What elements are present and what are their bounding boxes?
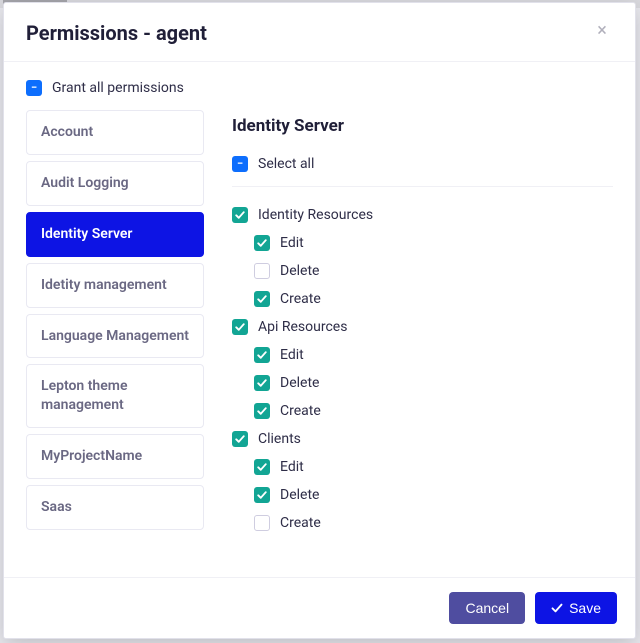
modal-body: − Grant all permissions Account Audit Log… xyxy=(4,62,635,577)
cancel-label: Cancel xyxy=(465,600,509,616)
columns: Account Audit Logging Identity Server Ideti… xyxy=(26,110,613,577)
permission-checkbox[interactable] xyxy=(254,263,270,279)
category-item[interactable]: Idetity management xyxy=(26,263,204,308)
modal-title: Permissions - agent xyxy=(26,21,207,45)
permission-row: Create xyxy=(232,397,613,425)
category-item[interactable]: Saas xyxy=(26,485,204,530)
permission-row: Clients xyxy=(232,425,613,453)
grant-all-checkbox[interactable]: − xyxy=(26,80,42,96)
permission-label: Delete xyxy=(280,375,319,391)
save-label: Save xyxy=(569,600,601,616)
select-all-label: Select all xyxy=(258,156,314,172)
permission-label: Edit xyxy=(280,459,304,475)
permission-label: Clients xyxy=(258,431,301,447)
cancel-button[interactable]: Cancel xyxy=(449,592,525,624)
permission-row: Create xyxy=(232,285,613,313)
permission-row: Delete xyxy=(232,257,613,285)
check-icon xyxy=(551,602,563,614)
category-item[interactable]: Lepton theme management xyxy=(26,364,204,428)
category-item[interactable]: Language Management xyxy=(26,314,204,359)
permission-row: Identity Resources xyxy=(232,201,613,229)
permission-label: Edit xyxy=(280,235,304,251)
permission-checkbox[interactable] xyxy=(232,319,248,335)
category-item[interactable]: Account xyxy=(26,110,204,155)
permission-label: Create xyxy=(280,403,321,419)
grant-all-row: − Grant all permissions xyxy=(26,80,613,96)
permission-row: Delete xyxy=(232,369,613,397)
permission-row: Create xyxy=(232,509,613,537)
permission-row: Edit xyxy=(232,453,613,481)
detail-panel: Identity Server − Select all Identity Re… xyxy=(232,110,613,577)
permission-label: Create xyxy=(280,515,321,531)
permission-tree: Identity Resources Edit Delete Create Api Re… xyxy=(232,201,613,577)
category-list: Account Audit Logging Identity Server Ideti… xyxy=(26,110,204,577)
permission-label: Delete xyxy=(280,487,319,503)
permission-checkbox[interactable] xyxy=(254,235,270,251)
category-item[interactable]: Audit Logging xyxy=(26,161,204,206)
permission-label: Edit xyxy=(280,347,304,363)
detail-title: Identity Server xyxy=(232,116,613,136)
permission-row: Delete xyxy=(232,481,613,509)
permission-checkbox[interactable] xyxy=(254,487,270,503)
permissions-modal: Permissions - agent × − Grant all permis… xyxy=(3,2,636,639)
grant-all-label: Grant all permissions xyxy=(52,80,184,96)
permission-checkbox[interactable] xyxy=(232,431,248,447)
permission-checkbox[interactable] xyxy=(254,515,270,531)
permission-checkbox[interactable] xyxy=(254,375,270,391)
permission-label: Delete xyxy=(280,263,319,279)
close-button[interactable]: × xyxy=(591,22,613,44)
category-item[interactable]: Identity Server xyxy=(26,212,204,257)
select-all-checkbox[interactable]: − xyxy=(232,156,248,172)
indeterminate-icon: − xyxy=(31,82,37,93)
permission-row: Edit xyxy=(232,229,613,257)
permission-label: Identity Resources xyxy=(258,207,373,223)
indeterminate-icon: − xyxy=(237,158,243,169)
permission-checkbox[interactable] xyxy=(254,459,270,475)
permission-checkbox[interactable] xyxy=(254,347,270,363)
modal-header: Permissions - agent × xyxy=(4,3,635,62)
permission-row: Api Resources xyxy=(232,313,613,341)
modal-footer: Cancel Save xyxy=(4,577,635,638)
category-item[interactable]: MyProjectName xyxy=(26,434,204,479)
permission-checkbox[interactable] xyxy=(254,403,270,419)
select-all-row: − Select all xyxy=(232,156,613,187)
permission-label: Api Resources xyxy=(258,319,347,335)
permission-row: Edit xyxy=(232,341,613,369)
save-button[interactable]: Save xyxy=(535,592,617,624)
permission-checkbox[interactable] xyxy=(254,291,270,307)
permission-label: Create xyxy=(280,291,321,307)
permission-checkbox[interactable] xyxy=(232,207,248,223)
